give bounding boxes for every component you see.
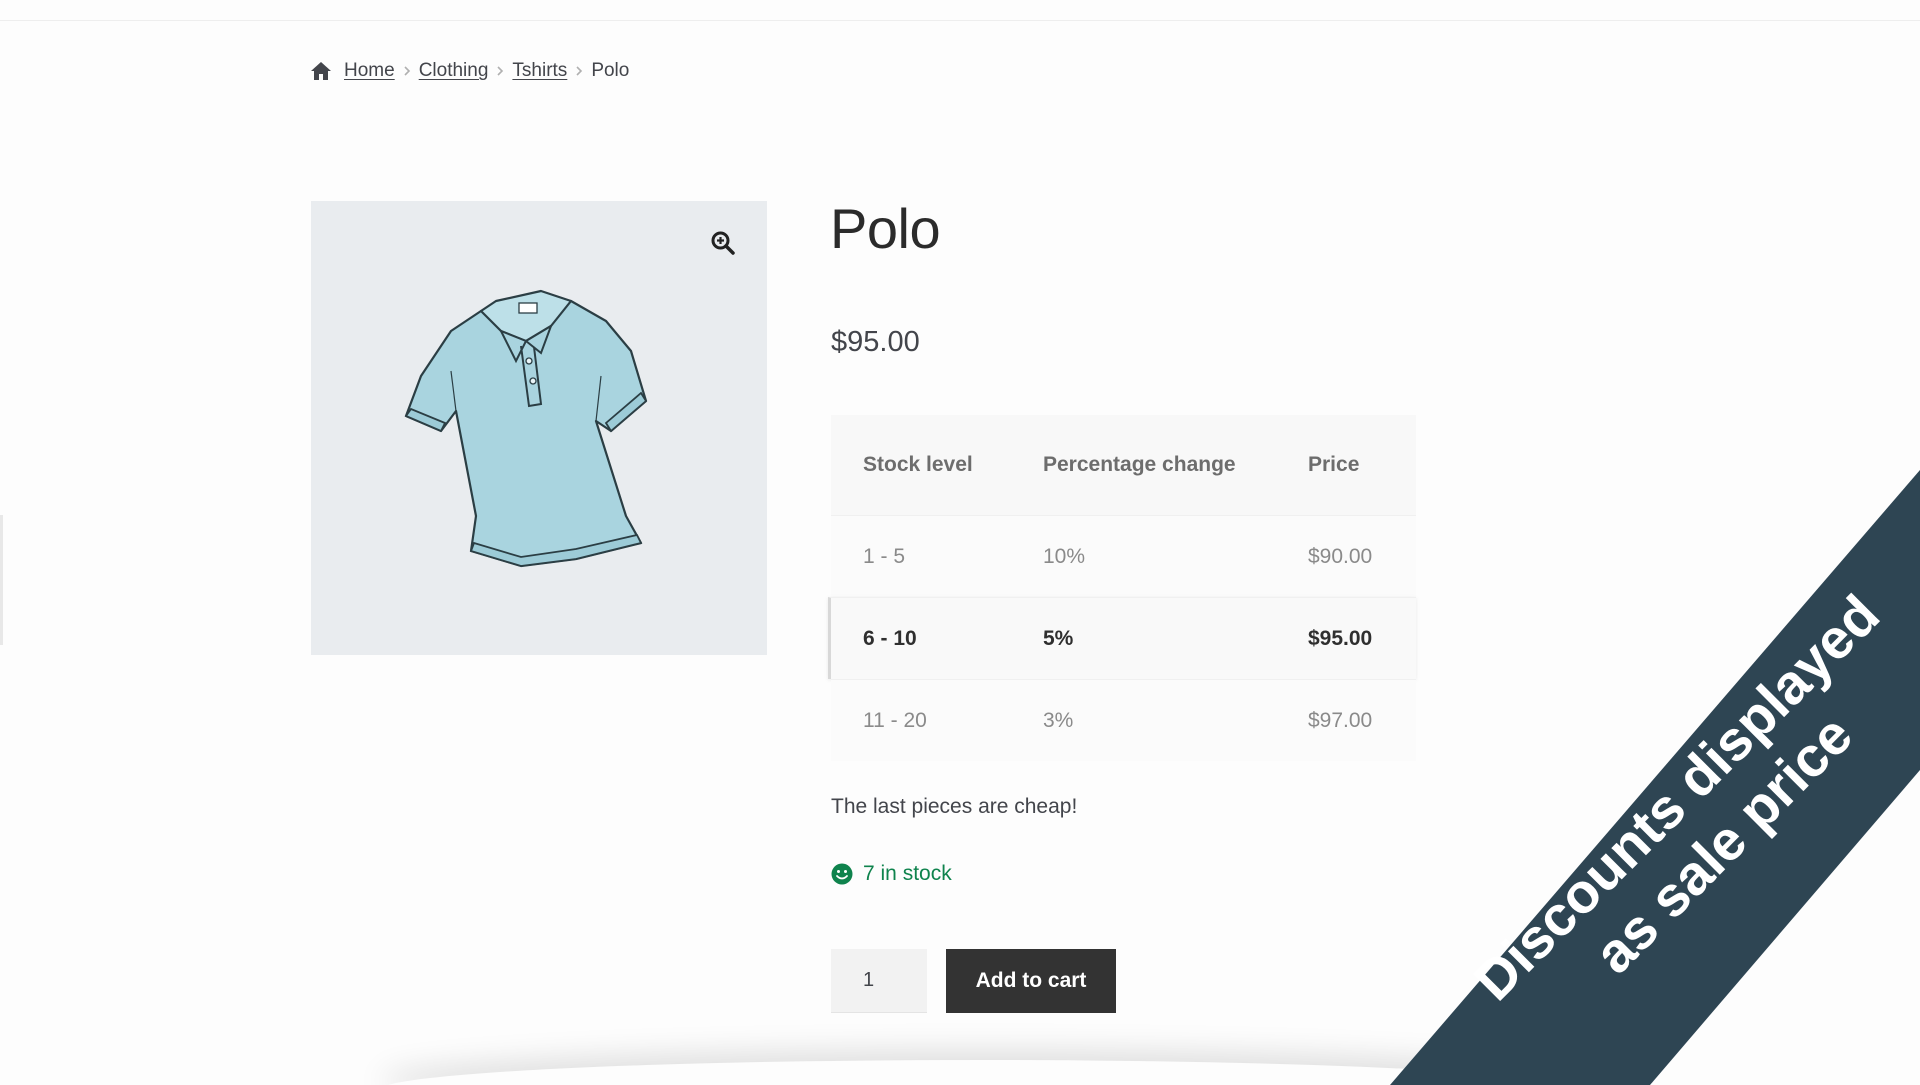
stock-status: 7 in stock — [831, 862, 952, 886]
polo-shirt-image — [401, 281, 671, 576]
breadcrumb-clothing-link[interactable]: Clothing — [419, 60, 489, 82]
table-row-active: 6 - 10 5% $95.00 — [828, 597, 1416, 679]
add-to-cart-button[interactable]: Add to cart — [946, 949, 1116, 1013]
chevron-right-icon — [496, 65, 504, 77]
promo-ribbon-text: Discounts displayed as sale price — [1399, 520, 1920, 1085]
table-row: 1 - 5 10% $90.00 — [831, 515, 1416, 597]
column-header-stock-level: Stock level — [863, 453, 973, 476]
quantity-input[interactable] — [831, 949, 927, 1013]
home-icon — [310, 61, 332, 81]
breadcrumb-current: Polo — [591, 60, 630, 81]
price-cell: $97.00 — [1308, 708, 1373, 732]
table-row: 11 - 20 3% $97.00 — [831, 679, 1416, 761]
column-header-percentage-change: Percentage change — [1043, 453, 1236, 476]
promo-ribbon-line-2: as sale price — [1581, 702, 1865, 986]
zoom-in-icon[interactable] — [707, 227, 739, 259]
bottom-shadow — [380, 1060, 1580, 1085]
left-edge-tab — [0, 515, 3, 645]
stock-level-cell: 6 - 10 — [863, 626, 917, 650]
promo-ribbon-line-1: Discounts displayed — [1461, 582, 1892, 1013]
breadcrumb: Home Clothing Tshirts Polo — [310, 56, 629, 86]
header-divider — [0, 20, 1920, 21]
product-gallery[interactable] — [311, 201, 767, 655]
chevron-right-icon — [575, 65, 583, 77]
stock-level-cell: 11 - 20 — [863, 708, 927, 732]
price-cell: $95.00 — [1308, 626, 1373, 650]
column-header-price: Price — [1308, 453, 1360, 476]
breadcrumb-tshirts-link[interactable]: Tshirts — [512, 60, 567, 82]
short-description: The last pieces are cheap! — [831, 795, 1078, 818]
product-page: Home Clothing Tshirts Polo Polo $95.00 S… — [0, 0, 1920, 1085]
breadcrumb-home-link[interactable]: Home — [344, 60, 395, 82]
stock-status-text: 7 in stock — [863, 862, 952, 885]
stock-level-cell: 1 - 5 — [863, 544, 906, 568]
percentage-change-cell: 3% — [1043, 708, 1074, 732]
product-price: $95.00 — [831, 326, 920, 358]
chevron-right-icon — [403, 65, 411, 77]
percentage-change-cell: 10% — [1043, 544, 1086, 568]
pricing-table: Stock level Percentage change Price 1 - … — [828, 415, 1416, 761]
table-header-row: Stock level Percentage change Price — [831, 415, 1416, 515]
product-title: Polo — [830, 197, 941, 260]
percentage-change-cell: 5% — [1043, 626, 1074, 650]
smiley-icon — [831, 863, 853, 885]
price-cell: $90.00 — [1308, 544, 1373, 568]
